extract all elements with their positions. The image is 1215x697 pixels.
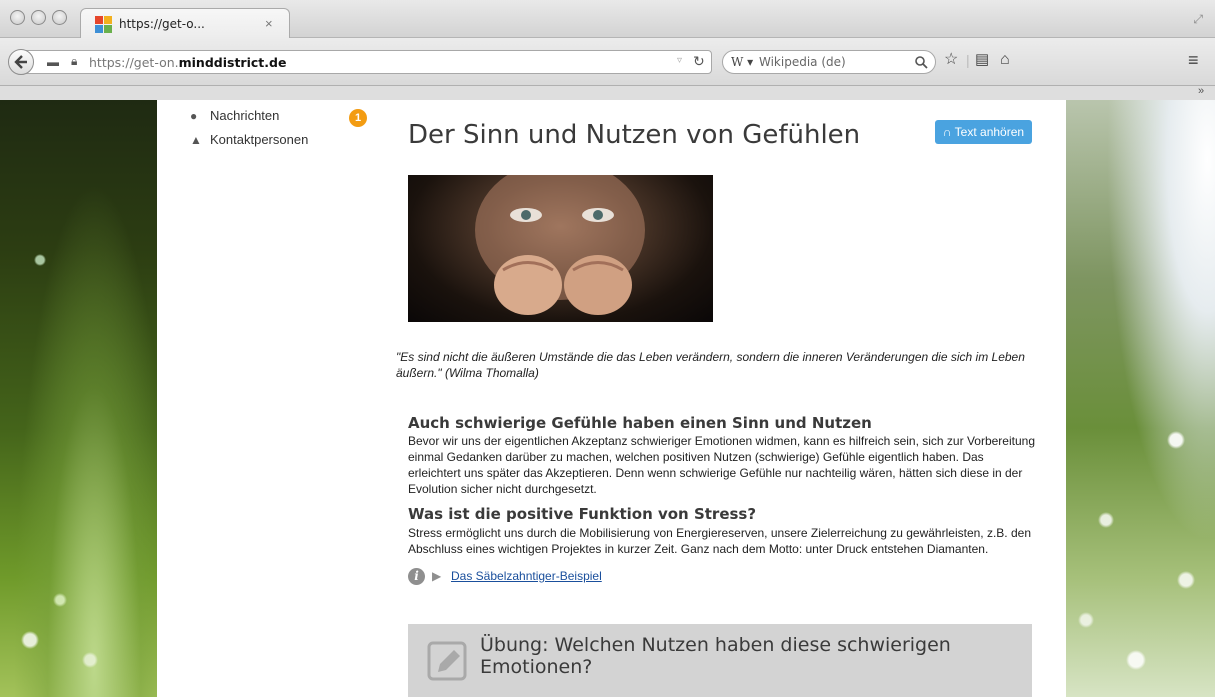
lock-icon: 🔒︎ <box>71 54 78 68</box>
exercise-title: Übung: Welchen Nutzen haben diese schwie… <box>480 634 951 678</box>
listen-button-label: Text anhören <box>954 125 1025 139</box>
background-grass-right <box>1066 100 1215 697</box>
zoom-window-button[interactable] <box>52 10 67 25</box>
tab-close-icon[interactable]: × <box>265 16 273 31</box>
search-box[interactable]: W ▾ Wikipedia (de) <box>722 50 936 74</box>
section-heading-2: Was ist die positive Funktion von Stress… <box>408 505 757 523</box>
home-icon[interactable]: ⌂ <box>1000 52 1010 68</box>
page-title: Der Sinn und Nutzen von Gefühlen <box>408 120 861 150</box>
sidebar-item-label: Nachrichten <box>210 108 280 123</box>
info-icon[interactable]: i <box>408 568 425 585</box>
headphones-icon: ∩ <box>942 125 952 139</box>
back-arrow-icon <box>14 55 27 69</box>
browser-tab[interactable]: https://get-o... × <box>80 8 290 39</box>
bookmark-star-icon[interactable]: ☆ <box>944 52 958 68</box>
search-placeholder: Wikipedia (de) <box>759 55 846 69</box>
close-window-button[interactable] <box>10 10 25 25</box>
bookmarks-menu-icon[interactable]: ▤ <box>975 52 989 68</box>
search-icon[interactable] <box>915 56 928 69</box>
browser-navbar: ▬ 🔒︎ https://get-on.minddistrict.de ▿ ↻ … <box>0 38 1215 86</box>
search-engine-selector[interactable]: W ▾ <box>731 55 753 69</box>
web-page: ● Nachrichten 1 ▲ Kontaktpersonen Der Sinn… <box>0 100 1215 697</box>
back-button[interactable] <box>8 49 34 75</box>
tab-title: https://get-o... <box>119 17 205 31</box>
quote: "Es sind nicht die äußeren Umstände die … <box>396 350 1025 380</box>
play-icon[interactable]: ▶ <box>432 569 441 583</box>
address-bar[interactable]: ▬ 🔒︎ https://get-on.minddistrict.de ▿ ↻ <box>26 50 712 74</box>
reload-icon[interactable]: ↻ <box>693 53 705 70</box>
info-link[interactable]: Das Säbelzahntiger-Beispiel <box>451 569 602 583</box>
person-icon: ▲ <box>190 133 202 147</box>
background-grass-left <box>0 100 157 697</box>
identity-icon[interactable]: ▬ <box>47 55 59 69</box>
minddistrict-favicon-icon <box>95 16 112 33</box>
sidebar-item-kontaktpersonen[interactable]: ▲ Kontaktpersonen <box>190 132 308 150</box>
chat-bubble-icon: ● <box>190 109 198 123</box>
url-text: https://get-on.minddistrict.de <box>89 55 287 70</box>
fullscreen-icon[interactable]: ⤢ <box>1193 12 1203 27</box>
section-text-1: Bevor wir uns der eigentlichen Akzeptanz… <box>408 434 1035 496</box>
chevron-overflow-icon[interactable]: » <box>1198 85 1204 97</box>
toolbar-overflow-row: » <box>0 85 1215 100</box>
menu-icon[interactable]: ≡ <box>1188 51 1199 69</box>
notification-badge: 1 <box>349 109 367 127</box>
minimize-window-button[interactable] <box>31 10 46 25</box>
browser-titlebar: https://get-o... × ⤢ <box>0 0 1215 39</box>
toolbar-separator: | <box>966 52 970 68</box>
section-heading-1: Auch schwierige Gefühle haben einen Sinn… <box>408 414 872 432</box>
listen-button[interactable]: ∩ Text anhören <box>935 120 1032 144</box>
section-text-2: Stress ermöglicht uns durch die Mobilisi… <box>408 526 1031 556</box>
sidebar-item-label: Kontaktpersonen <box>210 132 309 147</box>
article-image <box>408 175 713 322</box>
sidebar-item-nachrichten[interactable]: ● Nachrichten <box>190 108 279 126</box>
pencil-edit-icon <box>427 641 467 681</box>
dropdown-icon[interactable]: ▿ <box>677 55 682 66</box>
exercise-card[interactable]: Übung: Welchen Nutzen haben diese schwie… <box>408 624 1032 697</box>
